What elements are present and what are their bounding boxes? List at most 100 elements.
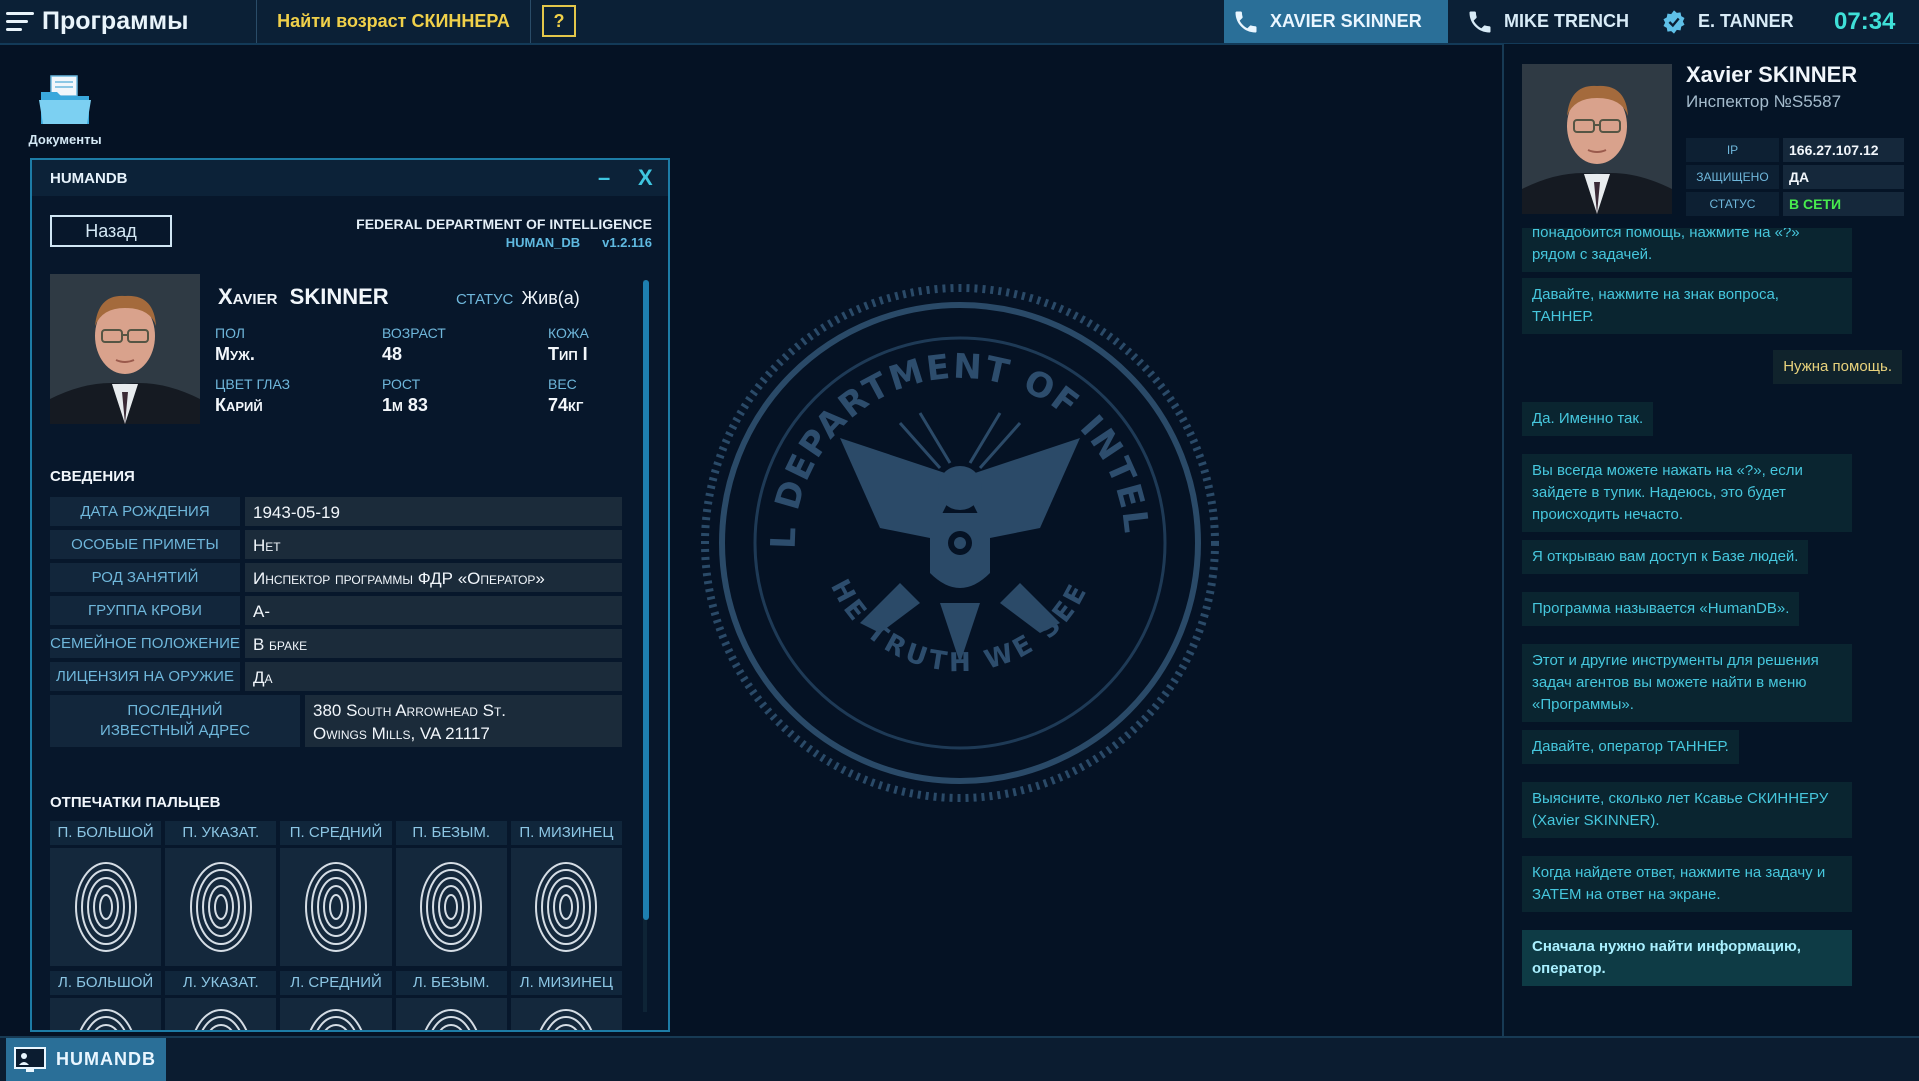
info-row-weapon-license[interactable]: ЛИЦЕНЗИЯ НА ОРУЖИЕ Да — [50, 662, 622, 691]
back-button[interactable]: Назад — [50, 215, 172, 247]
info-value: В браке — [245, 629, 622, 658]
task-label: Найти возраст СКИННЕРА — [277, 11, 510, 31]
contact-row-value: 166.27.107.12 — [1783, 138, 1904, 162]
contact-row-label: СТАТУС — [1686, 192, 1779, 216]
info-row-marital-status[interactable]: СЕМЕЙНОЕ ПОЛОЖЕНИЕ В браке — [50, 629, 622, 658]
fp-label: Л. БОЛЬШОЙ — [50, 971, 162, 995]
info-label: РОД ЗАНЯТИЙ — [50, 563, 240, 592]
info-label: ЛИЦЕНЗИЯ НА ОРУЖИЕ — [50, 662, 240, 691]
contact-row-label: IP — [1686, 138, 1779, 162]
documents-label: Документы — [28, 132, 102, 147]
fingerprint-cell[interactable] — [395, 848, 507, 966]
fingerprints-left-row — [50, 998, 623, 1030]
info-row-occupation[interactable]: РОД ЗАНЯТИЙ Инспектор программы ФДР «Опе… — [50, 563, 622, 592]
chat-log[interactable]: понадобится помощь, нажмите на «?» рядом… — [1522, 228, 1902, 1036]
programs-menu-label: Программы — [42, 7, 189, 35]
info-table: ДАТА РОЖДЕНИЯ 1943-05-19 ОСОБЫЕ ПРИМЕТЫ … — [50, 497, 622, 751]
fingerprint-cell[interactable] — [280, 848, 392, 966]
attr-eye-color[interactable]: ЦВЕТ ГЛАЗ Карий — [215, 376, 290, 416]
fingerprint-cell[interactable] — [50, 998, 162, 1030]
info-row-blood-type[interactable]: ГРУППА КРОВИ A- — [50, 596, 622, 625]
fingerprint-cell[interactable] — [510, 998, 623, 1030]
fingerprint-cell[interactable] — [50, 848, 162, 966]
address-line-2: Owings Mills, VA 21117 — [313, 724, 490, 743]
fingerprint-cell[interactable] — [165, 848, 277, 966]
info-value: 380 South Arrowhead St. Owings Mills, VA… — [305, 695, 622, 747]
fingerprint-icon — [79, 1009, 132, 1030]
contact-name: MIKE TRENCH — [1504, 11, 1629, 31]
contact-xavier-skinner[interactable]: XAVIER SKINNER — [1224, 0, 1448, 43]
info-row-birth-date[interactable]: ДАТА РОЖДЕНИЯ 1943-05-19 — [50, 497, 622, 526]
status-label: СТАТУС — [456, 291, 514, 308]
attr-label: КОЖА — [548, 325, 589, 341]
attr-value: 74кг — [548, 395, 584, 415]
fingerprint-cell[interactable] — [280, 998, 392, 1030]
chat-message: понадобится помощь, нажмите на «?» рядом… — [1522, 228, 1852, 272]
chat-message: Я открываю вам доступ к Базе людей. — [1522, 540, 1809, 574]
hamburger-icon — [6, 11, 34, 32]
attr-height[interactable]: РОСТ 1м 83 — [382, 376, 428, 416]
contact-row-value: ДА — [1783, 165, 1904, 189]
chat-message: Да. Именно так. — [1522, 402, 1654, 436]
contact-photo — [1522, 64, 1672, 214]
documents-desktop-icon[interactable]: Документы — [24, 74, 106, 147]
minimize-button[interactable]: – — [598, 167, 610, 189]
fingerprint-icon — [540, 1009, 593, 1030]
help-button[interactable]: ? — [542, 5, 576, 37]
contact-name: E. TANNER — [1698, 11, 1794, 31]
chat-message: Давайте, оператор ТАННЕР. — [1522, 730, 1739, 764]
fingerprint-icon — [309, 1009, 363, 1030]
contact-e-tanner[interactable]: E. TANNER — [1660, 0, 1794, 43]
phone-icon — [1469, 11, 1491, 32]
attr-label: ВЕС — [548, 376, 577, 392]
db-name: HUMAN_DB — [505, 235, 581, 250]
attr-skin[interactable]: КОЖА Тип I — [548, 325, 589, 365]
attr-weight[interactable]: ВЕС 74кг — [548, 376, 583, 416]
attr-value: Тип I — [548, 344, 588, 364]
fdi-seal-emblem: FEDERAL DEPARTMENT OF INTELLIGENCE THE T… — [700, 283, 1219, 802]
fingerprint-cell[interactable] — [165, 998, 277, 1030]
info-label: ДАТА РОЖДЕНИЯ — [50, 497, 240, 526]
chat-message: Программа называется «HumanDB». — [1522, 592, 1800, 626]
info-value: Нет — [245, 530, 622, 559]
help-label: ? — [553, 10, 565, 31]
window-title-bar[interactable]: HUMANDB – X — [32, 160, 668, 196]
info-row-special-marks[interactable]: ОСОБЫЕ ПРИМЕТЫ Нет — [50, 530, 622, 559]
fingerprint-icon — [535, 862, 598, 952]
chat-message: Выясните, сколько лет Ксавье СКИННЕРУ (X… — [1522, 782, 1852, 838]
current-task[interactable]: Найти возраст СКИННЕРА — [256, 0, 531, 43]
person-first-name: Xavier — [218, 284, 278, 309]
close-button[interactable]: X — [638, 167, 653, 189]
contact-subtitle: Инспектор №S5587 — [1686, 92, 1842, 111]
person-name: Xavier SKINNER — [218, 284, 389, 310]
org-name: FEDERAL DEPARTMENT OF INTELLIGENCE — [356, 216, 652, 232]
scrollbar-thumb[interactable] — [643, 280, 649, 920]
attr-value: Карий — [215, 395, 263, 415]
database-app-icon — [14, 1046, 46, 1072]
fingerprints-right-row — [50, 848, 623, 966]
contact-row-value: В СЕТИ — [1783, 192, 1904, 216]
info-row-last-address[interactable]: ПОСЛЕДНИЙ ИЗВЕСТНЫЙ АДРЕС 380 South Arro… — [50, 695, 622, 747]
fp-label: П. БОЛЬШОЙ — [50, 821, 162, 845]
attr-age[interactable]: ВОЗРАСТ 48 — [382, 325, 446, 365]
attr-value: 1м 83 — [382, 395, 428, 415]
fingerprint-cell[interactable] — [510, 848, 623, 966]
folder-icon — [39, 75, 91, 124]
fp-label: Л. СРЕДНИЙ — [280, 971, 392, 995]
attr-label: ВОЗРАСТ — [382, 325, 446, 341]
attr-label: ПОЛ — [215, 325, 245, 341]
fingerprint-icon — [305, 862, 367, 952]
info-value: A- — [245, 596, 622, 625]
attr-value: 48 — [382, 344, 403, 364]
info-value: Инспектор программы ФДР «Оператор» — [245, 563, 622, 592]
programs-menu-button[interactable]: Программы — [6, 0, 188, 43]
attr-sex[interactable]: ПОЛ Муж. — [215, 325, 255, 365]
contact-mike-trench[interactable]: MIKE TRENCH — [1466, 0, 1629, 43]
contact-name-title: Xavier SKINNER — [1686, 62, 1858, 87]
info-label: ГРУППА КРОВИ — [50, 596, 240, 625]
info-label: ОСОБЫЕ ПРИМЕТЫ — [50, 530, 240, 559]
fingerprint-icon — [420, 862, 483, 952]
taskbar-humandb[interactable]: HUMANDB — [6, 1038, 166, 1081]
fingerprints-right-header: П. БОЛЬШОЙ П. УКАЗАТ. П. СРЕДНИЙ П. БЕЗЫ… — [50, 821, 623, 845]
fingerprint-cell[interactable] — [395, 998, 507, 1030]
